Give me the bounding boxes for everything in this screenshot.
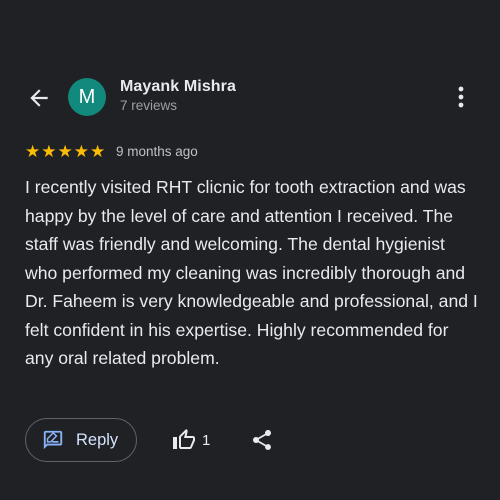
- review-detail-screen: M Mayank Mishra 7 reviews ★ ★ ★ ★ ★ 9 months…: [0, 0, 500, 500]
- like-button[interactable]: 1: [172, 427, 210, 453]
- thumb-up-icon: [173, 429, 195, 449]
- avatar[interactable]: M: [68, 78, 106, 116]
- star-icon: ★: [41, 142, 57, 161]
- more-vert-icon: [458, 86, 464, 108]
- star-rating: ★ ★ ★ ★ ★: [25, 143, 105, 161]
- review-text: I recently visited RHT clicnic for tooth…: [25, 177, 478, 368]
- star-icon: ★: [73, 142, 89, 161]
- rate-review-icon: [43, 430, 63, 450]
- share-icon: [253, 430, 271, 450]
- star-icon: ★: [25, 142, 41, 161]
- reviewer-review-count: 7 reviews: [120, 98, 178, 113]
- share-button[interactable]: [250, 428, 274, 452]
- star-icon: ★: [57, 142, 73, 161]
- review-time: 9 months ago: [116, 144, 198, 159]
- back-button[interactable]: [26, 85, 52, 111]
- arrow-back-icon: [30, 89, 48, 107]
- reply-label: Reply: [76, 430, 119, 449]
- reviewer-name[interactable]: Mayank Mishra: [120, 78, 236, 96]
- star-icon: ★: [90, 142, 106, 161]
- reply-button[interactable]: Reply: [25, 418, 137, 462]
- like-count: 1: [202, 431, 211, 449]
- more-options-button[interactable]: [450, 84, 472, 110]
